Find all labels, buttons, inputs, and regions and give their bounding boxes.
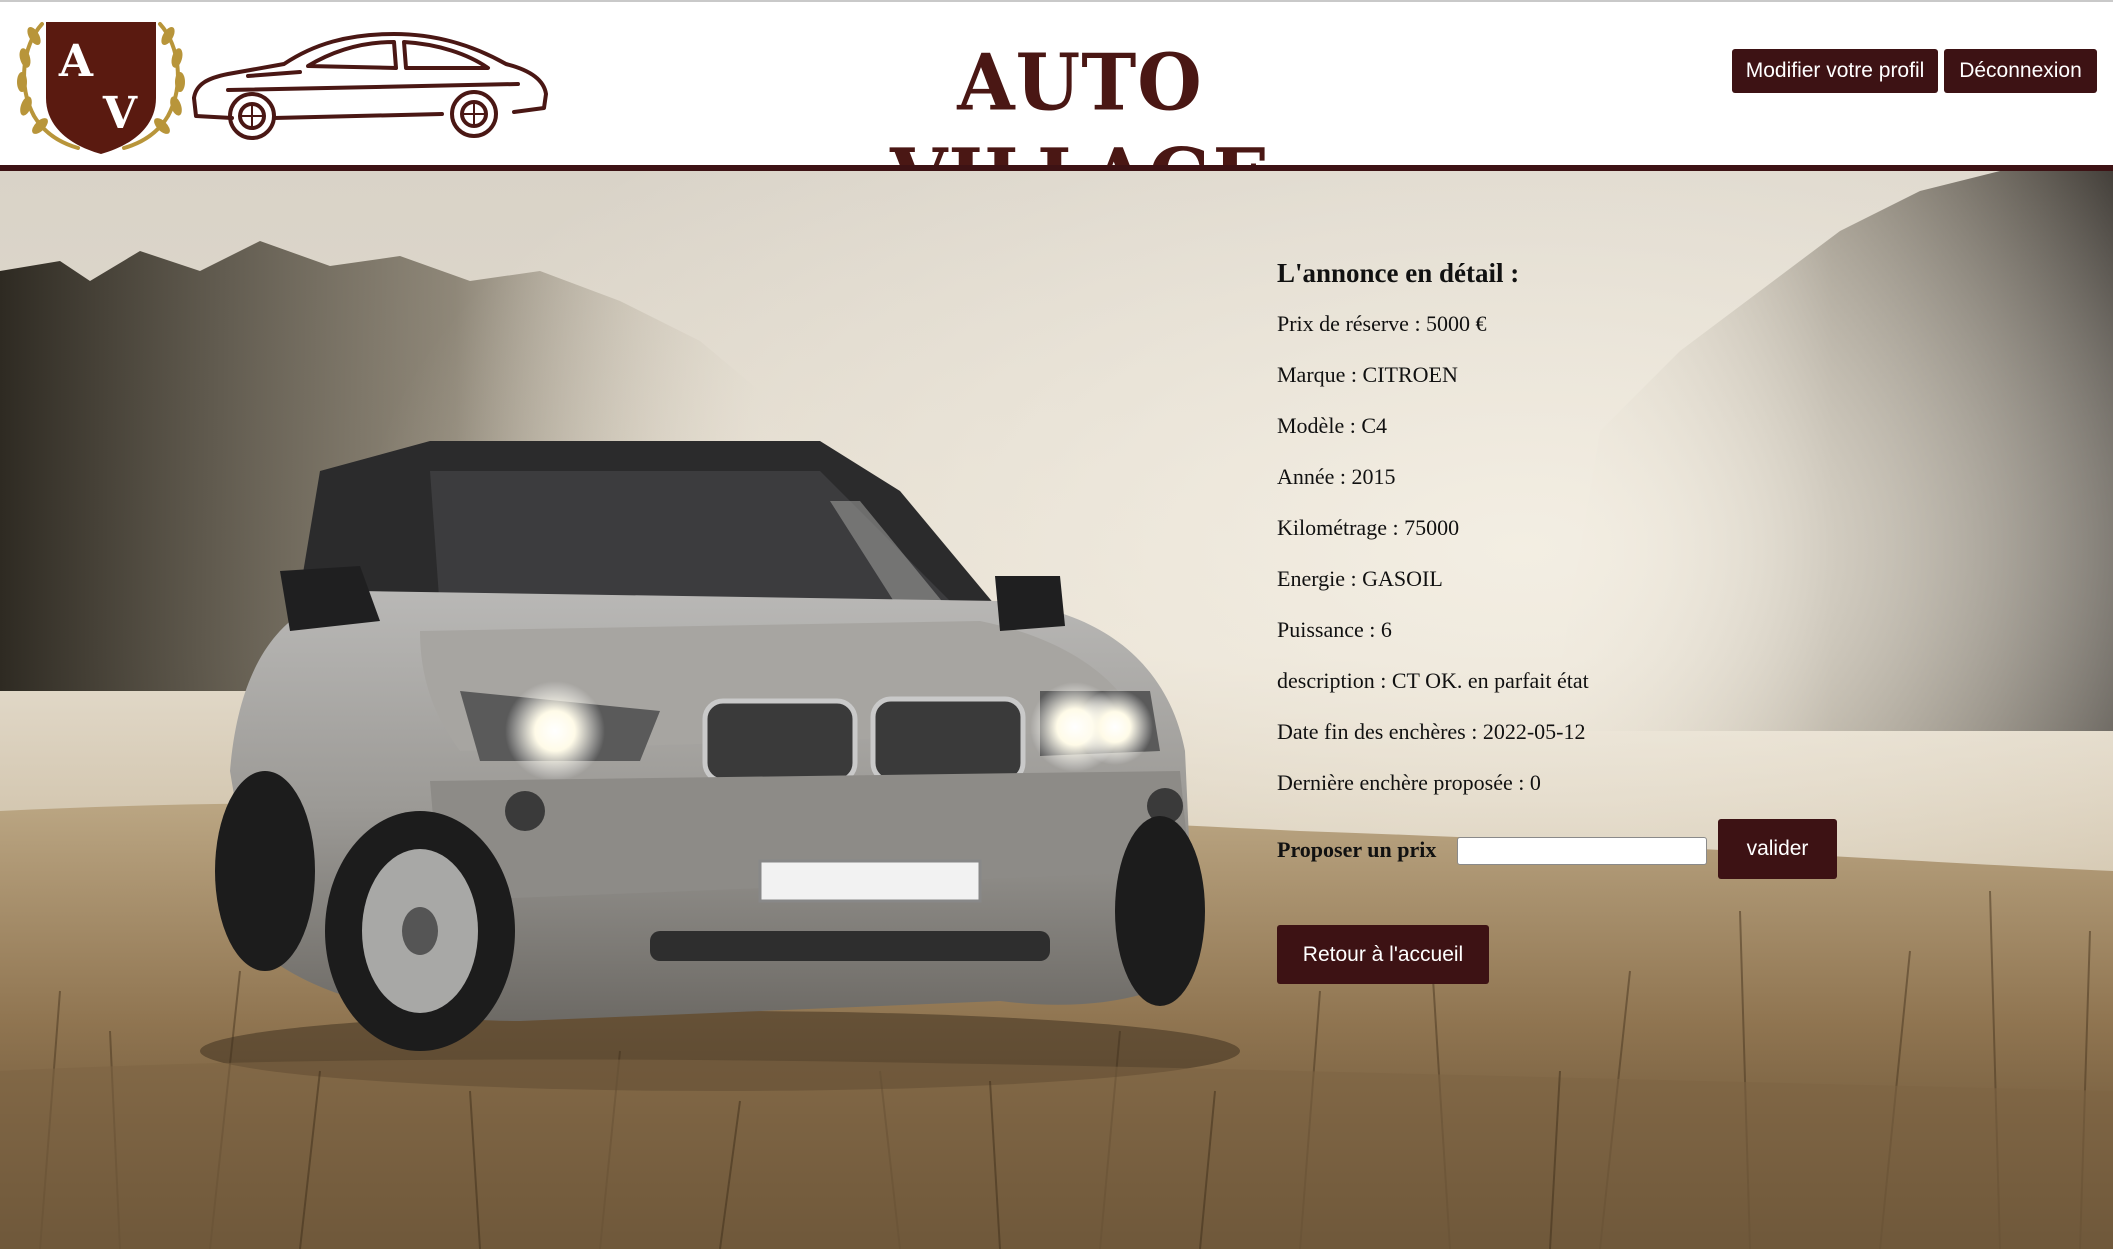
back-home-button[interactable]: Retour à l'accueil	[1277, 925, 1489, 984]
bid-form: Proposer un prix valider	[1277, 819, 2037, 879]
detail-energy: Energie : GASOIL	[1277, 566, 1443, 591]
detail-brand: Marque : CITROEN	[1277, 362, 1458, 387]
detail-mileage: Kilométrage : 75000	[1277, 515, 1460, 540]
detail-auction-end-date: Date fin des enchères : 2022-05-12	[1277, 719, 1586, 744]
site-header: A V AUTO Modifier votre profil Déconnexi…	[0, 0, 2113, 223]
detail-power: Puissance : 6	[1277, 617, 1392, 642]
listing-details: L'annonce en détail : Prix de réserve : …	[1277, 255, 2037, 879]
detail-description: description : CT OK. en parfait état	[1277, 668, 1589, 693]
logo-letter-v: V	[102, 88, 138, 139]
page: A V AUTO Modifier votre profil Déconnexi…	[0, 0, 2113, 1249]
logout-button[interactable]: Déconnexion	[1944, 49, 2097, 93]
detail-last-bid: Dernière enchère proposée : 0	[1277, 770, 1541, 795]
detail-model: Modèle : C4	[1277, 413, 1387, 438]
listing-heading: L'annonce en détail :	[1277, 258, 1520, 288]
site-title: AUTO VILLAGE	[890, 37, 1269, 223]
car-outline-icon	[192, 32, 548, 140]
logo-letter-a: A	[58, 36, 94, 87]
bid-price-input[interactable]	[1457, 837, 1707, 865]
logo-crest-icon[interactable]: A V	[12, 6, 190, 156]
detail-reserve-price: Prix de réserve : 5000 €	[1277, 311, 1487, 336]
edit-profile-button[interactable]: Modifier votre profil	[1732, 49, 1938, 93]
detail-year: Année : 2015	[1277, 464, 1396, 489]
bid-label: Proposer un prix	[1277, 837, 1437, 862]
submit-bid-button[interactable]: valider	[1718, 819, 1837, 879]
